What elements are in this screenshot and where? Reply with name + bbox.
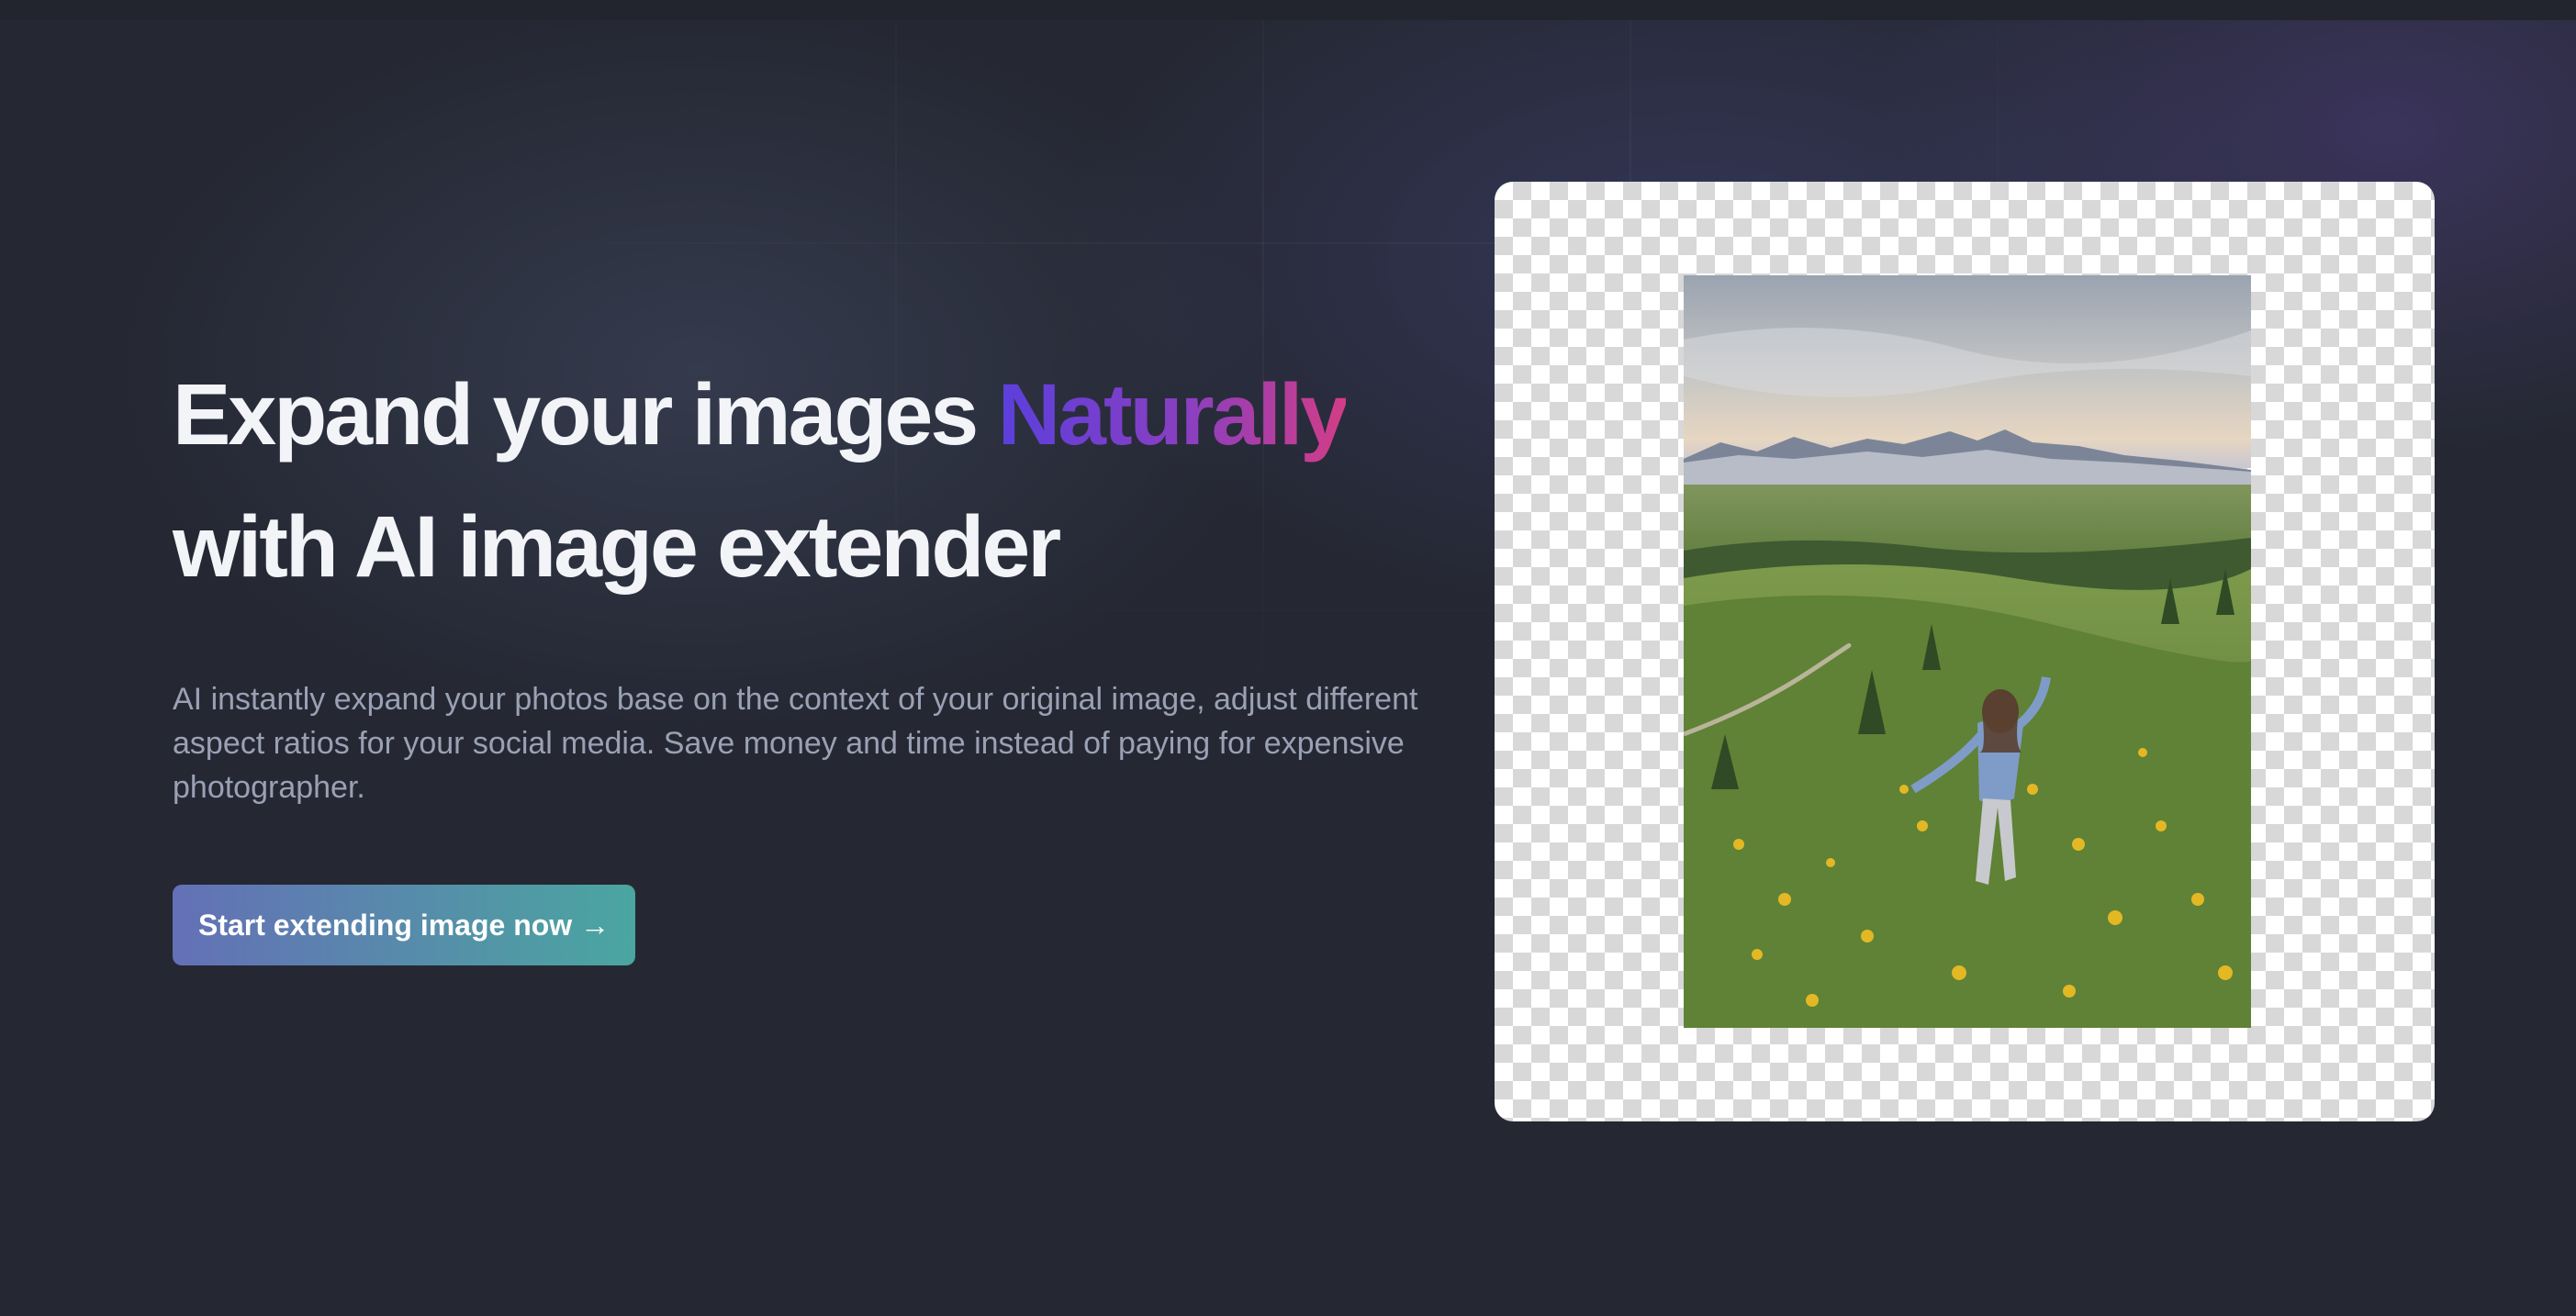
image-preview-card xyxy=(1495,182,2435,1121)
start-extending-button[interactable]: Start extending image now → xyxy=(173,885,636,965)
top-bar xyxy=(0,0,2576,20)
hero-headline: Expand your images Naturally with AI imag… xyxy=(173,349,1421,613)
hero-text-section: Expand your images Naturally with AI imag… xyxy=(173,349,1421,965)
hero-description: AI instantly expand your photos base on … xyxy=(173,682,1418,805)
headline-part-2: with AI image extender xyxy=(173,498,1061,596)
example-landscape-photo xyxy=(1684,275,2251,1028)
headline-part-1: Expand your images xyxy=(173,366,998,463)
headline-accent-word: Naturally xyxy=(997,366,1350,463)
